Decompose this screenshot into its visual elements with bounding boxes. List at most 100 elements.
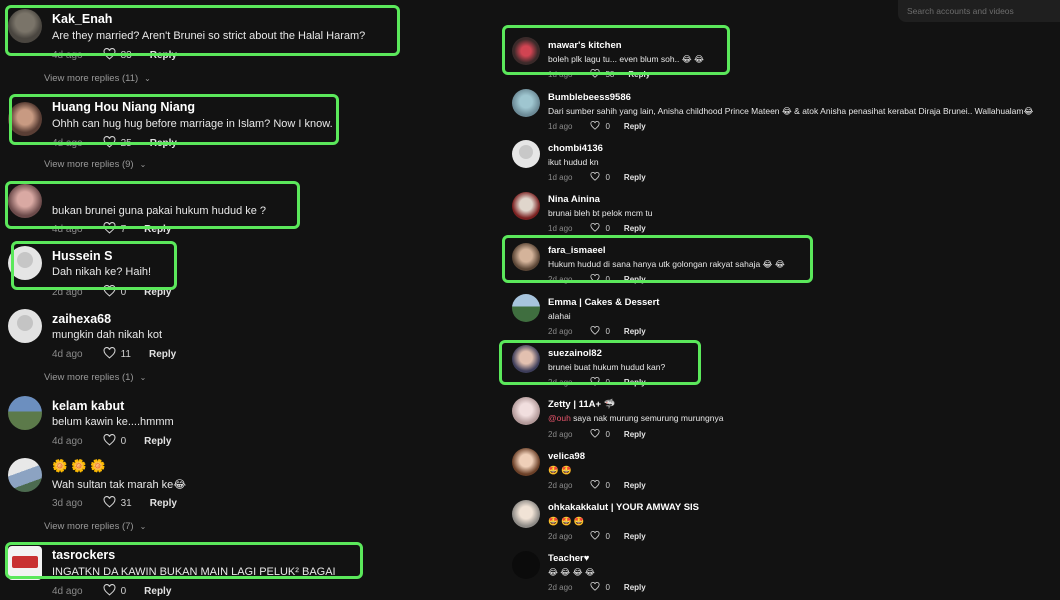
- avatar[interactable]: [512, 448, 540, 476]
- reply-button[interactable]: Reply: [624, 122, 646, 131]
- comment-username[interactable]: Bumblebeess9586: [548, 92, 631, 103]
- like-button[interactable]: 0: [590, 582, 610, 593]
- avatar[interactable]: [512, 397, 540, 425]
- view-more-replies[interactable]: View more replies (1) ⌄: [44, 372, 146, 383]
- like-button[interactable]: 0: [103, 433, 126, 449]
- avatar[interactable]: [512, 500, 540, 528]
- like-button[interactable]: 0: [103, 583, 126, 599]
- reply-button[interactable]: Reply: [624, 224, 646, 233]
- heart-icon: [590, 172, 600, 183]
- comment-meta: 2d ago 0 Reply: [548, 531, 646, 542]
- comment-username[interactable]: 🌼 🌼 🌼: [52, 459, 106, 474]
- like-button[interactable]: 0: [590, 223, 610, 234]
- avatar[interactable]: [512, 192, 540, 220]
- avatar[interactable]: [8, 309, 42, 343]
- like-button[interactable]: 0: [103, 284, 126, 300]
- heart-icon: [590, 429, 600, 440]
- reply-button[interactable]: Reply: [144, 586, 171, 597]
- like-button[interactable]: 83: [103, 47, 132, 63]
- reply-button[interactable]: Reply: [624, 378, 646, 387]
- avatar[interactable]: [8, 546, 42, 580]
- like-count: 0: [605, 430, 610, 439]
- view-more-replies[interactable]: View more replies (7) ⌄: [44, 521, 146, 532]
- avatar[interactable]: [512, 140, 540, 168]
- comment-meta: 2d ago 0 Reply: [548, 582, 646, 593]
- avatar[interactable]: [512, 345, 540, 373]
- heart-icon: [590, 121, 600, 132]
- avatar[interactable]: [512, 89, 540, 117]
- comment-username[interactable]: Zetty | 11A+ 🦈: [548, 399, 616, 410]
- comment-username[interactable]: ohkakakkalut | YOUR AMWAY SIS: [548, 502, 699, 513]
- search-input[interactable]: Search accounts and videos: [898, 0, 1060, 22]
- reply-button[interactable]: Reply: [624, 275, 646, 284]
- comment-time: 2d ago: [548, 532, 573, 541]
- like-button[interactable]: 0: [590, 326, 610, 337]
- avatar[interactable]: [8, 458, 42, 492]
- comment-text: Ohhh can hug hug before marriage in Isla…: [52, 118, 333, 130]
- like-count: 58: [605, 70, 615, 79]
- comment-meta: 2d ago 0 Reply: [548, 326, 646, 337]
- like-button[interactable]: 11: [103, 346, 131, 362]
- reply-button[interactable]: Reply: [144, 436, 171, 447]
- comment-username[interactable]: Kak_Enah: [52, 12, 112, 26]
- comment-username[interactable]: kelam kabut: [52, 399, 124, 413]
- comment-username[interactable]: tasrockers: [52, 548, 115, 562]
- avatar[interactable]: [512, 294, 540, 322]
- mention-link[interactable]: @ouh: [548, 413, 571, 423]
- view-more-replies[interactable]: View more replies (11) ⌄: [44, 73, 151, 84]
- comment-time: 4d ago: [52, 586, 83, 597]
- like-button[interactable]: 25: [103, 135, 132, 151]
- comment-username[interactable]: fara_ismaeel: [548, 245, 606, 256]
- avatar[interactable]: [512, 37, 540, 65]
- reply-button[interactable]: Reply: [150, 138, 177, 149]
- comment-time: 4d ago: [52, 436, 83, 447]
- comment-username[interactable]: Hussein S: [52, 249, 112, 263]
- comment-username[interactable]: chombi4136: [548, 143, 603, 154]
- like-button[interactable]: 0: [590, 480, 610, 491]
- reply-button[interactable]: Reply: [150, 498, 177, 509]
- like-button[interactable]: 0: [590, 121, 610, 132]
- reply-button[interactable]: Reply: [624, 481, 646, 490]
- avatar[interactable]: [8, 102, 42, 136]
- like-button[interactable]: 31: [103, 495, 132, 511]
- heart-icon: [103, 135, 116, 151]
- reply-button[interactable]: Reply: [150, 50, 177, 61]
- comment-time: 2d ago: [52, 287, 83, 298]
- avatar[interactable]: [8, 184, 42, 218]
- like-button[interactable]: 7: [103, 221, 126, 237]
- comment-username[interactable]: mawar's kitchen: [548, 40, 622, 51]
- like-button[interactable]: 0: [590, 377, 610, 388]
- reply-button[interactable]: Reply: [628, 70, 650, 79]
- comment-username[interactable]: Teacher♥: [548, 553, 589, 564]
- comment-meta: 1d ago 0 Reply: [548, 121, 646, 132]
- comment-username[interactable]: velica98: [548, 451, 585, 462]
- comment-username[interactable]: Nina Ainina: [548, 194, 600, 205]
- like-button[interactable]: 0: [590, 531, 610, 542]
- avatar[interactable]: [512, 551, 540, 579]
- comment-username[interactable]: Emma | Cakes & Dessert: [548, 297, 659, 308]
- comment-username[interactable]: suezainol82: [548, 348, 602, 359]
- reply-button[interactable]: Reply: [624, 583, 646, 592]
- view-more-replies[interactable]: View more replies (9) ⌄: [44, 159, 146, 170]
- heart-icon: [590, 223, 600, 234]
- like-count: 0: [605, 122, 610, 131]
- like-button[interactable]: 0: [590, 172, 610, 183]
- reply-button[interactable]: Reply: [149, 349, 176, 360]
- like-button[interactable]: 0: [590, 274, 610, 285]
- avatar[interactable]: [512, 243, 540, 271]
- reply-button[interactable]: Reply: [624, 173, 646, 182]
- comment-username[interactable]: zaihexa68: [52, 312, 111, 326]
- avatar[interactable]: [8, 396, 42, 430]
- reply-button[interactable]: Reply: [624, 532, 646, 541]
- reply-button[interactable]: Reply: [624, 430, 646, 439]
- comment-username[interactable]: Huang Hou Niang Niang: [52, 100, 195, 114]
- view-more-label: View more replies (9): [44, 159, 134, 170]
- like-button[interactable]: 58: [590, 69, 614, 80]
- comment-text: bukan brunei guna pakai hukum hudud ke ?: [52, 205, 267, 217]
- avatar[interactable]: [8, 246, 42, 280]
- reply-button[interactable]: Reply: [144, 287, 171, 298]
- like-button[interactable]: 0: [590, 429, 610, 440]
- avatar[interactable]: [8, 9, 42, 43]
- reply-button[interactable]: Reply: [624, 327, 646, 336]
- reply-button[interactable]: Reply: [144, 224, 171, 235]
